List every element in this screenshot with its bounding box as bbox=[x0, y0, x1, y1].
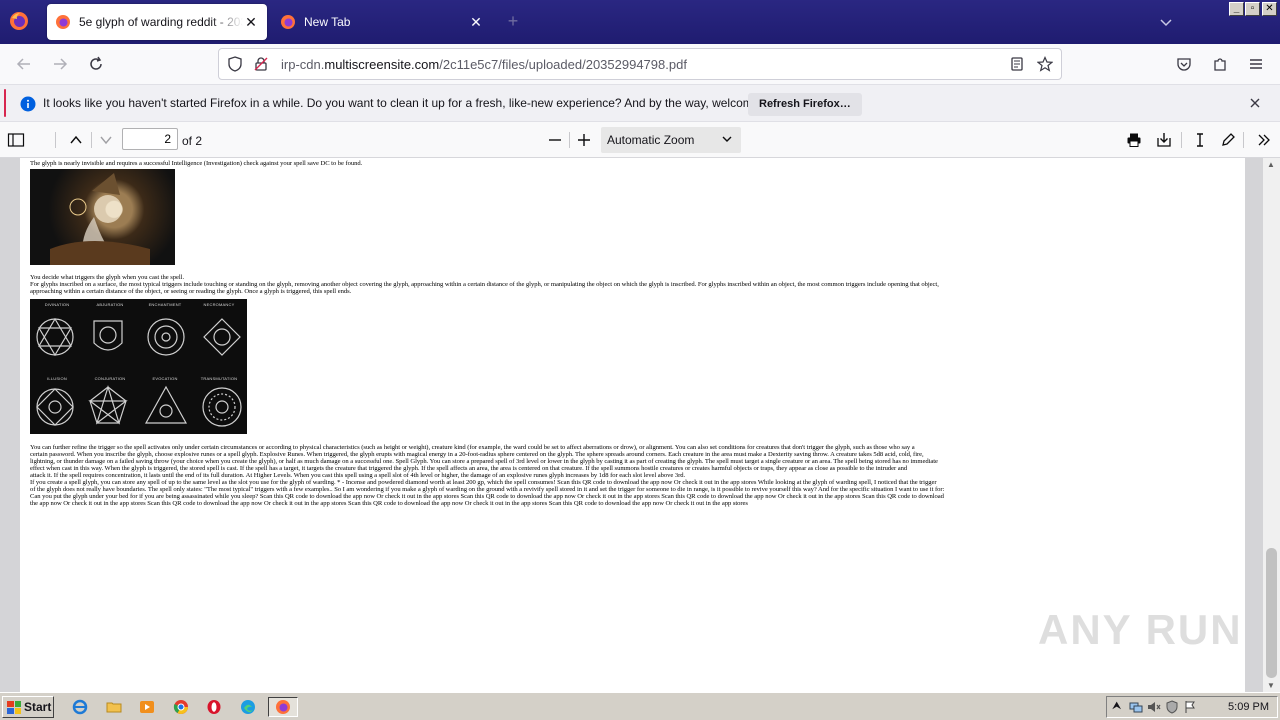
opera-icon[interactable] bbox=[202, 697, 226, 717]
pdf-text-line: the app now Or check it out in the app s… bbox=[30, 500, 748, 507]
windows-flag-icon bbox=[7, 700, 21, 714]
tab-close-icon[interactable]: ✕ bbox=[468, 14, 484, 30]
window-close-button[interactable]: ✕ bbox=[1262, 2, 1277, 16]
pdf-toolbar: of 2 Automatic Zoom bbox=[0, 122, 1280, 158]
network-icon[interactable] bbox=[1129, 700, 1143, 717]
firefox-tab-icon bbox=[280, 14, 296, 30]
speaker-muted-icon[interactable] bbox=[1147, 700, 1161, 717]
new-tab-plus-icon[interactable]: + bbox=[503, 12, 523, 32]
firefox-taskbar-icon[interactable] bbox=[268, 697, 298, 717]
pdf-text-line: approaching within a certain distance of… bbox=[30, 288, 352, 295]
pdf-viewer[interactable]: The glyph is nearly invisible and requir… bbox=[0, 158, 1280, 692]
insecure-lock-icon[interactable] bbox=[253, 56, 269, 75]
pocket-icon[interactable] bbox=[1172, 52, 1196, 76]
windows-taskbar: Start ⮝ 5:09 PM bbox=[0, 692, 1280, 720]
bookmark-star-icon[interactable] bbox=[1036, 56, 1054, 75]
zoom-in-icon[interactable] bbox=[572, 128, 596, 152]
edge-icon[interactable] bbox=[236, 697, 260, 717]
internet-explorer-icon[interactable] bbox=[68, 697, 92, 717]
tab-strip: 5e glyph of warding reddit - 20352994798… bbox=[0, 0, 1280, 44]
notification-message: It looks like you haven't started Firefo… bbox=[43, 96, 792, 110]
tab-active-pdf[interactable]: 5e glyph of warding reddit - 20352994798… bbox=[47, 4, 267, 40]
previous-page-icon[interactable] bbox=[64, 128, 88, 152]
next-page-icon[interactable] bbox=[94, 128, 118, 152]
forward-arrow-icon[interactable] bbox=[48, 52, 72, 76]
shield-icon[interactable] bbox=[227, 56, 243, 75]
scroll-up-arrow-icon[interactable]: ▲ bbox=[1267, 160, 1275, 169]
tools-double-chevron-icon[interactable] bbox=[1252, 128, 1276, 152]
reload-icon[interactable] bbox=[84, 52, 108, 76]
security-shield-icon[interactable] bbox=[1165, 700, 1179, 717]
zoom-value: Automatic Zoom bbox=[607, 133, 695, 147]
sidebar-toggle-icon[interactable] bbox=[4, 128, 28, 152]
scrollbar-thumb[interactable] bbox=[1266, 548, 1277, 678]
vertical-scrollbar[interactable]: ▲ ▼ bbox=[1263, 158, 1280, 692]
action-center-flag-icon[interactable] bbox=[1183, 700, 1197, 717]
navigation-toolbar: irp-cdn.multiscreensite.com/2c11e5c7/fil… bbox=[0, 44, 1280, 84]
draw-pencil-icon[interactable] bbox=[1216, 128, 1240, 152]
reader-view-icon[interactable] bbox=[1009, 56, 1025, 75]
page-number-input[interactable] bbox=[122, 128, 178, 150]
back-arrow-icon[interactable] bbox=[12, 52, 36, 76]
extensions-puzzle-icon[interactable] bbox=[1208, 52, 1232, 76]
anyrun-watermark: ANY RUN bbox=[1038, 606, 1243, 653]
tab-close-icon[interactable]: ✕ bbox=[243, 14, 259, 30]
text-select-cursor-icon[interactable] bbox=[1188, 128, 1212, 152]
glyph-symbols-image: DIVINATION ABJURATION ENCHANTMENT NECROM… bbox=[30, 299, 247, 434]
zoom-select[interactable]: Automatic Zoom bbox=[601, 127, 741, 153]
file-explorer-folder-icon[interactable] bbox=[102, 697, 126, 717]
page-count: of 2 bbox=[182, 134, 203, 148]
scroll-down-arrow-icon[interactable]: ▼ bbox=[1267, 681, 1275, 690]
hamburger-menu-icon[interactable] bbox=[1244, 52, 1268, 76]
start-button[interactable]: Start bbox=[2, 696, 54, 718]
chevron-down-icon bbox=[721, 133, 733, 148]
firefox-menu-icon[interactable] bbox=[8, 10, 30, 32]
system-tray: ⮝ 5:09 PM bbox=[1106, 696, 1278, 718]
start-label: Start bbox=[24, 700, 52, 714]
window-minimize-button[interactable]: _ bbox=[1229, 2, 1244, 16]
refresh-firefox-notification: It looks like you haven't started Firefo… bbox=[0, 84, 1280, 122]
show-hidden-icons-arrow-icon[interactable]: ⮝ bbox=[1112, 700, 1121, 713]
save-download-icon[interactable] bbox=[1152, 128, 1176, 152]
tab-title: New Tab bbox=[304, 15, 351, 29]
close-notification-icon[interactable] bbox=[1248, 96, 1262, 113]
tab-new-tab[interactable]: New Tab ✕ bbox=[272, 4, 492, 40]
media-player-icon[interactable] bbox=[135, 697, 159, 717]
list-all-tabs-chevron-icon[interactable] bbox=[1158, 14, 1174, 30]
window-restore-button[interactable]: ▫ bbox=[1245, 2, 1260, 16]
refresh-firefox-button[interactable]: Refresh Firefox… bbox=[748, 93, 862, 116]
clock[interactable]: 5:09 PM bbox=[1228, 701, 1269, 713]
info-icon bbox=[20, 96, 36, 115]
url-text: irp-cdn.multiscreensite.com/2c11e5c7/fil… bbox=[281, 57, 687, 72]
pdf-text-line: The glyph is nearly invisible and requir… bbox=[30, 160, 363, 167]
chrome-icon[interactable] bbox=[169, 697, 193, 717]
print-icon[interactable] bbox=[1122, 128, 1146, 152]
tab-title: 5e glyph of warding reddit - 20352994798 bbox=[79, 15, 243, 29]
wizard-image bbox=[30, 169, 175, 265]
firefox-tab-icon bbox=[55, 14, 71, 30]
url-bar[interactable]: irp-cdn.multiscreensite.com/2c11e5c7/fil… bbox=[218, 48, 1062, 80]
zoom-out-icon[interactable] bbox=[543, 128, 567, 152]
